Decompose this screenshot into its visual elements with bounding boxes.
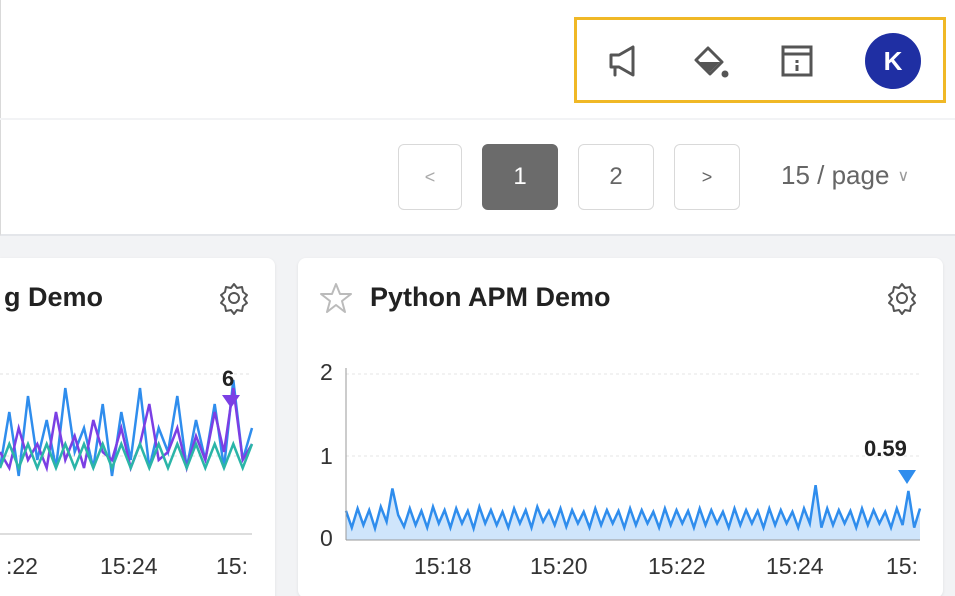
page-2-button[interactable]: 2 <box>578 144 654 210</box>
top-header: K <box>0 0 955 118</box>
page-1-button[interactable]: 1 <box>482 144 558 210</box>
prev-page-button[interactable]: < <box>398 144 462 210</box>
x-tick-label: 15:24 <box>100 553 158 579</box>
chevron-right-icon: > <box>701 166 713 187</box>
page-size-select[interactable]: 15 / page ∨ <box>781 160 909 191</box>
chevron-down-icon: ∨ <box>897 167 910 185</box>
dashboard-card-python-apm[interactable]: Python APM Demo 2 1 0 0.59 15:18 15:20 1… <box>298 258 943 596</box>
page-size-value: 15 / page <box>781 160 890 190</box>
x-tick-label: 15:18 <box>414 553 472 579</box>
next-page-button[interactable]: > <box>674 144 740 210</box>
info-panel-icon[interactable] <box>773 37 821 85</box>
x-tick-label: 15:24 <box>766 553 824 579</box>
app-root: K < 1 2 > 15 / page ∨ g Demo 6 :22 15:24… <box>0 0 955 596</box>
chart-left: 6 :22 15:24 15: <box>0 366 254 579</box>
dashboard-card-left[interactable]: g Demo 6 :22 15:24 15: <box>0 258 275 596</box>
y-tick-label: 2 <box>320 359 333 385</box>
y-tick-label: 0 <box>320 525 333 551</box>
peak-marker <box>898 470 916 484</box>
x-tick-label: :22 <box>6 553 38 579</box>
series-line <box>0 379 254 477</box>
chart-right: 2 1 0 0.59 15:18 15:20 15:22 15:24 15: <box>320 359 922 579</box>
x-tick-label: 15: <box>216 553 248 579</box>
chevron-left-icon: < <box>424 166 436 187</box>
pagination-bar: < 1 2 > 15 / page ∨ <box>0 120 955 236</box>
paint-bucket-icon[interactable] <box>687 37 735 85</box>
y-tick-label: 1 <box>320 443 333 469</box>
x-tick-label: 15:20 <box>530 553 588 579</box>
megaphone-icon[interactable] <box>601 37 649 85</box>
x-tick-label: 15: <box>886 553 918 579</box>
header-actions-group: K <box>574 17 946 103</box>
x-tick-label: 15:22 <box>648 553 706 579</box>
peak-label: 0.59 <box>864 436 907 461</box>
peak-label: 6 <box>222 366 234 391</box>
user-avatar[interactable]: K <box>865 33 921 89</box>
